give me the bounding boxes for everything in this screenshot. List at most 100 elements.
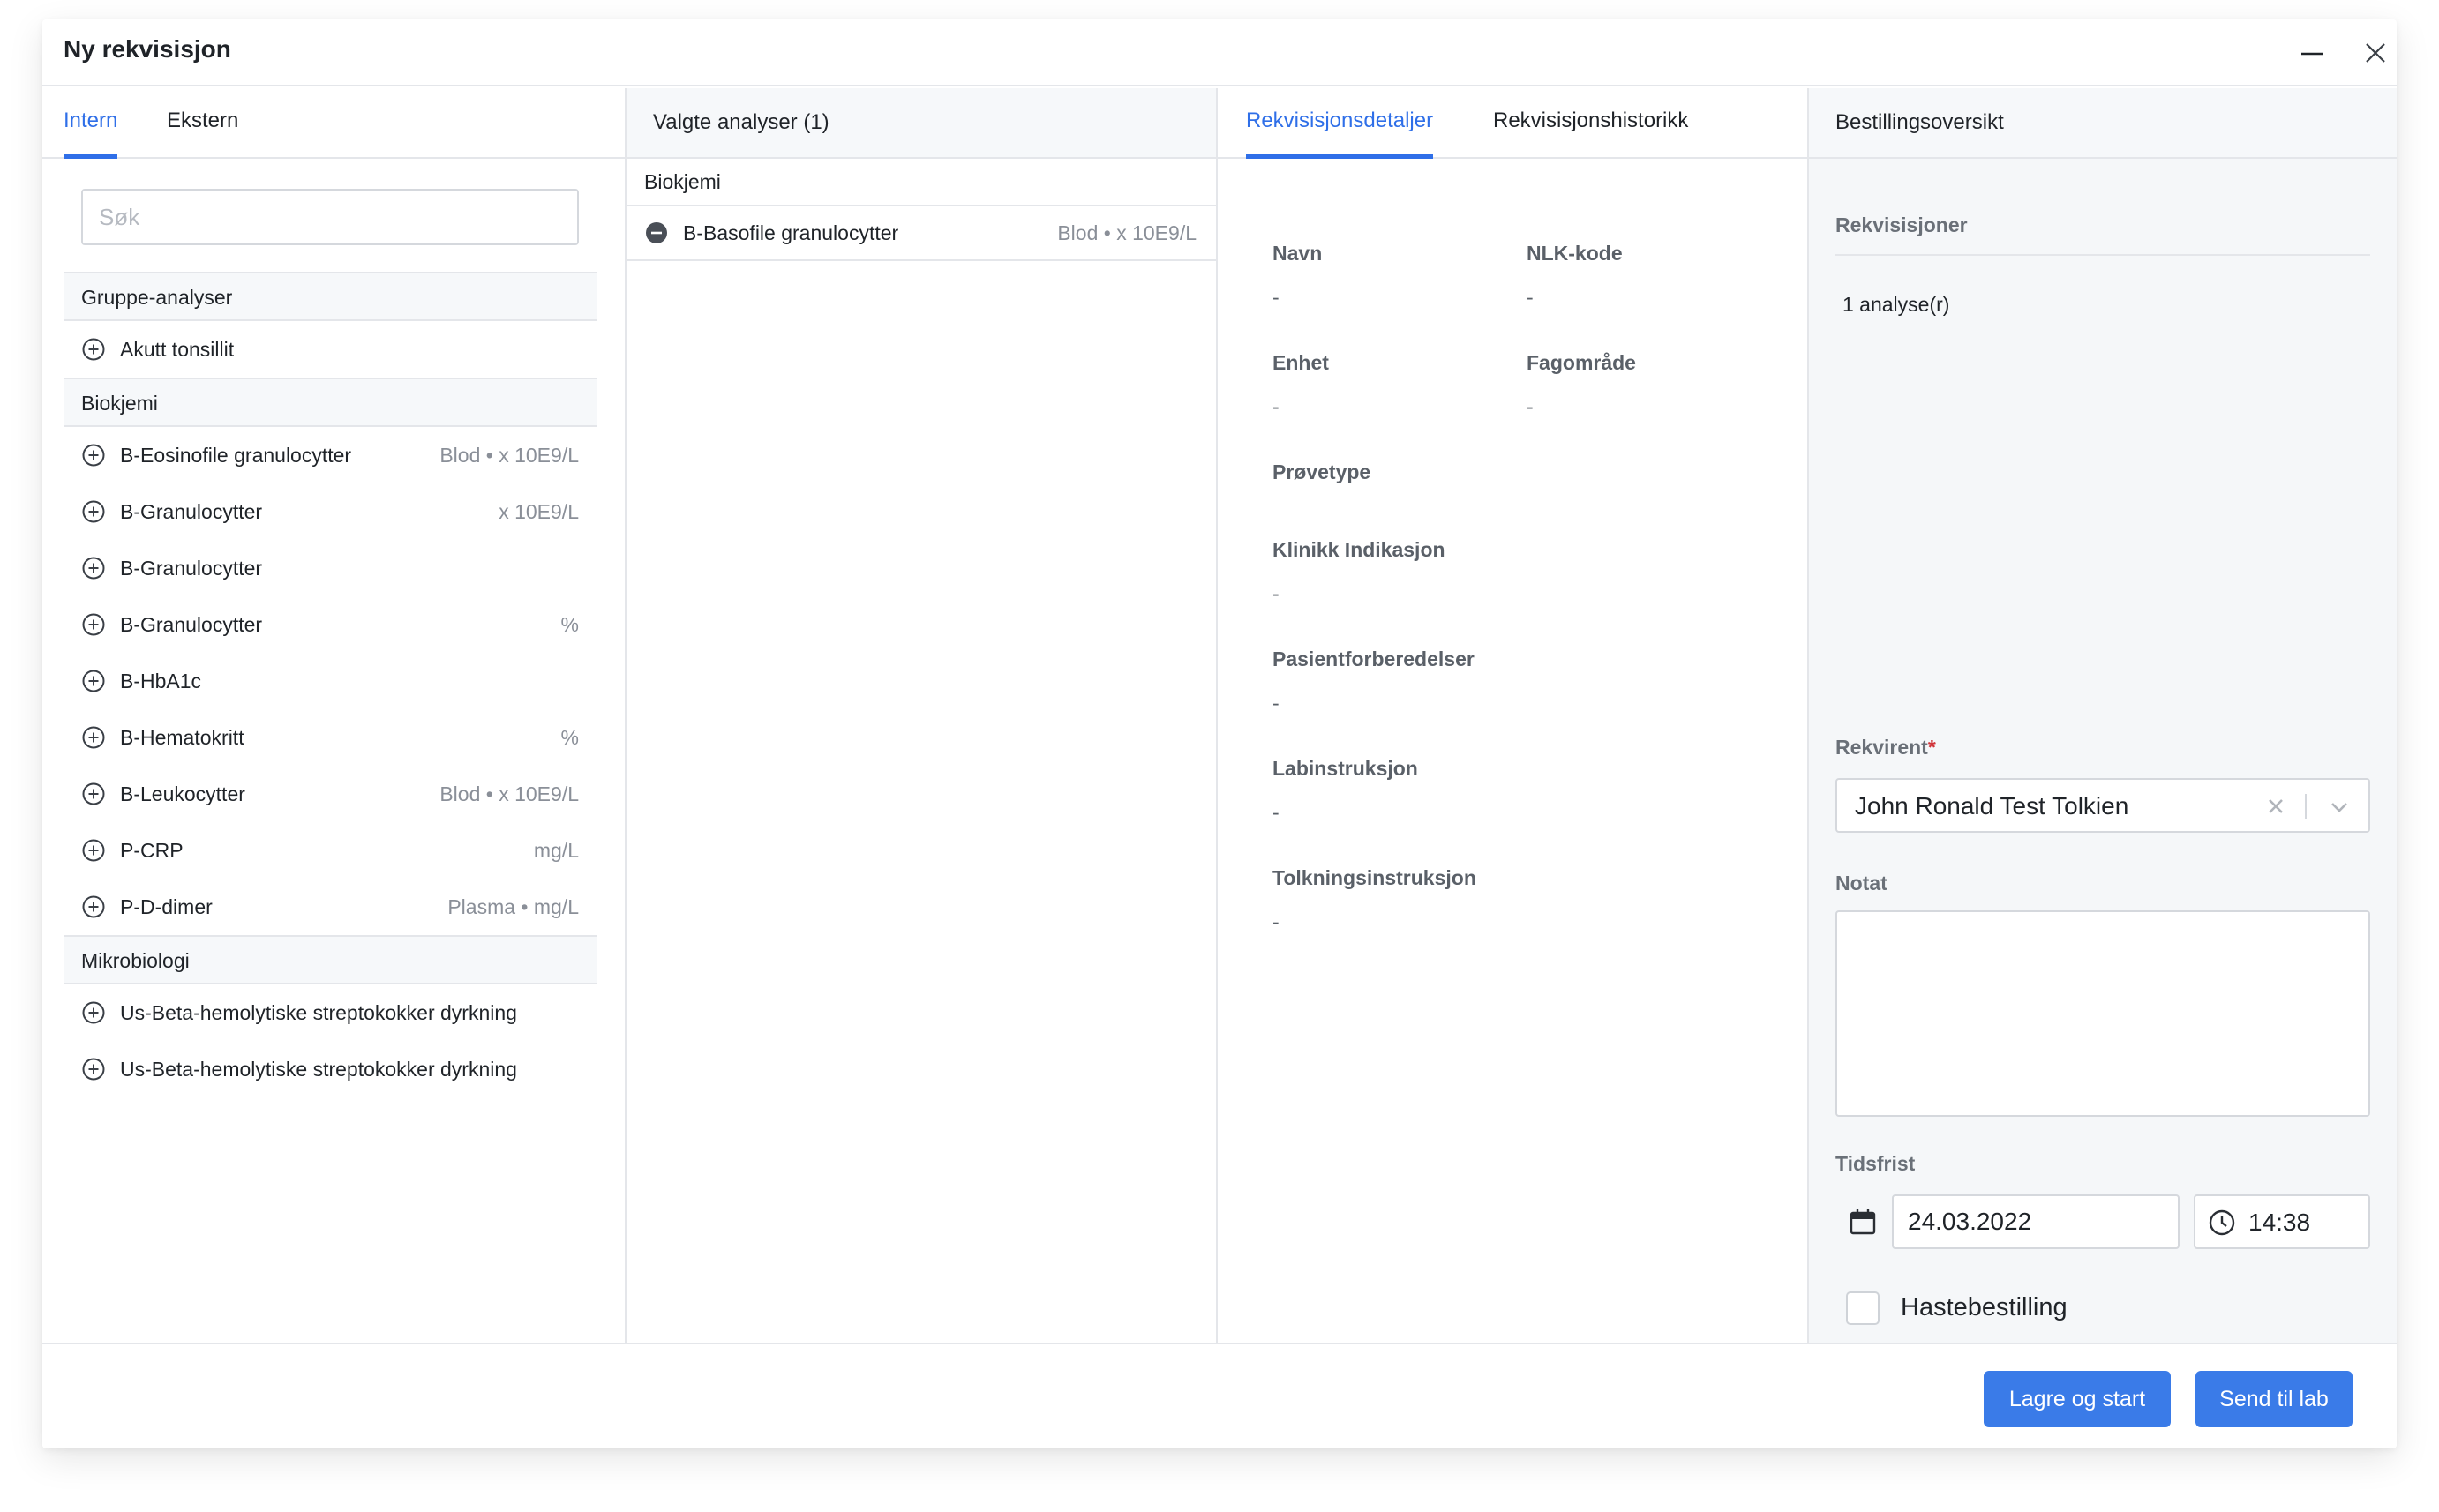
analysis-name: P-D-dimer	[120, 894, 213, 918]
dialog-title: Ny rekvisisjon	[64, 35, 231, 63]
nlk-code-label: NLK-kode	[1527, 242, 1623, 265]
analysis-list-item[interactable]: Us-Beta-hemolytiske streptokokker dyrkni…	[64, 1041, 597, 1097]
analysis-list-item[interactable]: B-Hematokritt%	[64, 709, 597, 766]
required-marker: *	[1927, 736, 1936, 759]
analysis-list-item[interactable]: P-D-dimer Plasma • mg/L	[64, 879, 597, 935]
search-input[interactable]	[81, 189, 579, 245]
analysis-name: B-Granulocytter	[120, 556, 263, 580]
selected-analyses-title: Valgte analyser (1)	[653, 110, 829, 134]
clock-icon	[2209, 1209, 2235, 1236]
analysis-name: B-Hematokritt	[120, 725, 244, 749]
selected-analysis-name: B-Basofile granulocytter	[683, 221, 899, 244]
minimize-button[interactable]	[2294, 35, 2330, 71]
klinikk-indikasjon-label: Klinikk Indikasjon	[1272, 538, 1445, 561]
calendar-icon	[1850, 1209, 1876, 1235]
add-circle-icon[interactable]	[81, 782, 106, 806]
tab-ekstern[interactable]: Ekstern	[167, 88, 238, 159]
selected-analysis-meta: Blod • x 10E9/L	[1057, 221, 1197, 244]
add-circle-icon[interactable]	[81, 612, 106, 637]
analysis-list-item[interactable]: Us-Beta-hemolytiske streptokokker dyrkni…	[64, 984, 597, 1041]
notat-label: Notat	[1835, 872, 1887, 894]
notat-textarea[interactable]	[1835, 910, 2370, 1117]
add-circle-icon[interactable]	[81, 725, 106, 750]
pasientforberedelser-label: Pasientforberedelser	[1272, 647, 1475, 670]
add-circle-icon[interactable]	[81, 669, 106, 693]
analysis-list-item[interactable]: B-Eosinofile granulocytter Blod • x 10E9/…	[64, 427, 597, 483]
rekvirent-select[interactable]: John Ronald Test Tolkien	[1835, 778, 2370, 833]
analysis-meta: x 10E9/L	[499, 499, 579, 523]
analysis-list-item[interactable]: B-HbA1c	[64, 653, 597, 709]
rekvisisjoner-label: Rekvisisjoner	[1835, 213, 1968, 236]
date-input[interactable]	[1892, 1194, 2180, 1249]
pasientforberedelser-value: -	[1272, 692, 1280, 715]
analysis-meta: Blod • x 10E9/L	[439, 782, 579, 805]
labinstruksjon-value: -	[1272, 801, 1280, 824]
analysis-name: B-Leukocytter	[120, 782, 245, 805]
rekvirent-label-text: Rekvirent	[1835, 736, 1928, 759]
clear-icon[interactable]	[2263, 793, 2289, 820]
order-overview-panel: Bestillingsoversikt Rekvisisjoner 1 anal…	[1809, 88, 2397, 1343]
group-heading: Biokjemi	[64, 378, 597, 427]
analysis-name: B-Granulocytter	[120, 612, 263, 636]
analysis-meta: mg/L	[533, 838, 579, 862]
tab-rekvisisjonshistorikk[interactable]: Rekvisisjonshistorikk	[1493, 88, 1688, 159]
tab-rekvisisjonsdetaljer[interactable]: Rekvisisjonsdetaljer	[1246, 88, 1434, 159]
analysis-name: B-Granulocytter	[120, 499, 263, 523]
add-circle-icon[interactable]	[81, 499, 106, 524]
klinikk-indikasjon-value: -	[1272, 582, 1280, 605]
analysis-list-item[interactable]: P-CRP mg/L	[64, 822, 597, 879]
send-to-lab-button[interactable]: Send til lab	[2195, 1371, 2353, 1427]
add-circle-icon[interactable]	[81, 1057, 106, 1082]
urgent-label: Hastebestilling	[1901, 1293, 2068, 1321]
group-heading: Mikrobiologi	[64, 935, 597, 984]
dialog-footer: Lagre og start Send til lab	[42, 1343, 2397, 1448]
analysis-meta: %	[560, 612, 579, 636]
add-circle-icon[interactable]	[81, 838, 106, 863]
analysis-name: Akutt tonsillit	[120, 337, 235, 361]
nlk-code-value: -	[1527, 286, 1534, 309]
analysis-list-item[interactable]: B-Leukocytter Blod • x 10E9/L	[64, 766, 597, 822]
analysis-meta: Plasma • mg/L	[447, 894, 579, 918]
save-and-start-button[interactable]: Lagre og start	[1984, 1371, 2171, 1427]
analysis-list-item[interactable]: B-Granulocytter	[64, 540, 597, 596]
minimize-icon	[2301, 52, 2323, 56]
tab-intern[interactable]: Intern	[64, 88, 118, 159]
remove-icon[interactable]	[644, 221, 669, 245]
fagomrade-label: Fagområde	[1527, 351, 1636, 374]
analysis-list-item[interactable]: B-Granulocytter%	[64, 596, 597, 653]
selected-analyses-panel: Valgte analyser (1) Biokjemi B-Basofile …	[627, 88, 1218, 1343]
analysis-name: Us-Beta-hemolytiske streptokokker dyrkni…	[120, 1057, 517, 1081]
navn-label: Navn	[1272, 242, 1323, 265]
time-value: 14:38	[2248, 1209, 2311, 1236]
urgent-checkbox[interactable]	[1846, 1291, 1880, 1325]
analysis-list-item[interactable]: B-Granulocytter x 10E9/L	[64, 483, 597, 540]
fagomrade-value: -	[1527, 395, 1534, 418]
close-button[interactable]	[2358, 35, 2393, 71]
add-circle-icon[interactable]	[81, 894, 106, 919]
selected-analysis-item[interactable]: B-Basofile granulocytter Blod • x 10E9/L	[627, 206, 1216, 261]
analysis-name: Us-Beta-hemolytiske streptokokker dyrkni…	[120, 1000, 517, 1024]
tolkningsinstruksjon-value: -	[1272, 910, 1280, 933]
labinstruksjon-label: Labinstruksjon	[1272, 757, 1418, 780]
analysis-list: Gruppe-analyser Akutt tonsillit Biokjemi B-…	[64, 272, 597, 1097]
time-input[interactable]: 14:38	[2194, 1194, 2370, 1249]
section-divider	[1835, 254, 2370, 256]
title-bar: Ny rekvisisjon	[42, 19, 2397, 86]
add-circle-icon[interactable]	[81, 1000, 106, 1025]
close-icon	[2366, 43, 2385, 63]
requisition-dialog: Ny rekvisisjon Intern Ekstern Gruppe-ana…	[42, 19, 2397, 1448]
order-overview-title: Bestillingsoversikt	[1835, 110, 2004, 134]
analysis-list-item[interactable]: Akutt tonsillit	[64, 321, 597, 378]
catalogue-tabs: Intern Ekstern	[42, 88, 625, 159]
enhet-value: -	[1272, 395, 1280, 418]
rekvirent-label: Rekvirent*	[1835, 736, 1936, 760]
analysis-name: B-Eosinofile granulocytter	[120, 443, 352, 467]
enhet-label: Enhet	[1272, 351, 1329, 374]
analysis-meta: Blod • x 10E9/L	[439, 443, 579, 467]
group-heading: Gruppe-analyser	[64, 272, 597, 321]
add-circle-icon[interactable]	[81, 443, 106, 468]
add-circle-icon[interactable]	[81, 556, 106, 580]
requisition-details-panel: Rekvisisjonsdetaljer Rekvisisjonshistori…	[1218, 88, 1809, 1343]
chevron-down-icon[interactable]	[2326, 794, 2353, 820]
add-circle-icon[interactable]	[81, 337, 106, 362]
